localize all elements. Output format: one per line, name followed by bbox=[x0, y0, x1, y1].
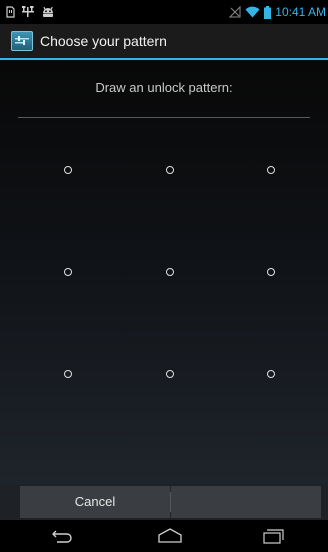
sd-card-icon bbox=[6, 6, 15, 18]
button-bar: Cancel bbox=[0, 484, 328, 520]
pattern-dot-2[interactable] bbox=[166, 166, 174, 174]
screen: 10:41 AM Choose your pattern Draw an unl… bbox=[0, 0, 328, 552]
wifi-icon bbox=[245, 6, 260, 18]
pattern-dot-3[interactable] bbox=[267, 166, 275, 174]
recent-apps-icon[interactable] bbox=[254, 526, 294, 546]
pattern-dot-9[interactable] bbox=[267, 370, 275, 378]
navigation-bar bbox=[0, 520, 328, 552]
pattern-dot-8[interactable] bbox=[166, 370, 174, 378]
status-time: 10:41 AM bbox=[275, 5, 326, 19]
pattern-content: Draw an unlock pattern: bbox=[0, 60, 328, 484]
android-debug-icon bbox=[41, 6, 55, 18]
status-bar: 10:41 AM bbox=[0, 0, 328, 24]
usb-icon bbox=[21, 6, 35, 18]
pattern-dot-5[interactable] bbox=[166, 268, 174, 276]
pattern-dot-1[interactable] bbox=[64, 166, 72, 174]
pattern-dot-7[interactable] bbox=[64, 370, 72, 378]
no-signal-icon bbox=[229, 6, 241, 18]
back-icon[interactable] bbox=[42, 526, 82, 546]
action-bar: Choose your pattern bbox=[0, 24, 328, 58]
page-title: Choose your pattern bbox=[40, 33, 167, 49]
status-bar-right: 10:41 AM bbox=[229, 4, 326, 20]
status-bar-left bbox=[6, 4, 55, 20]
home-icon[interactable] bbox=[150, 526, 190, 546]
battery-icon bbox=[264, 5, 272, 19]
continue-button[interactable] bbox=[171, 486, 321, 518]
lock-pattern-grid[interactable] bbox=[0, 60, 328, 484]
app-settings-icon bbox=[11, 31, 33, 51]
pattern-dot-4[interactable] bbox=[64, 268, 72, 276]
pattern-dot-6[interactable] bbox=[267, 268, 275, 276]
cancel-button[interactable]: Cancel bbox=[20, 486, 170, 518]
